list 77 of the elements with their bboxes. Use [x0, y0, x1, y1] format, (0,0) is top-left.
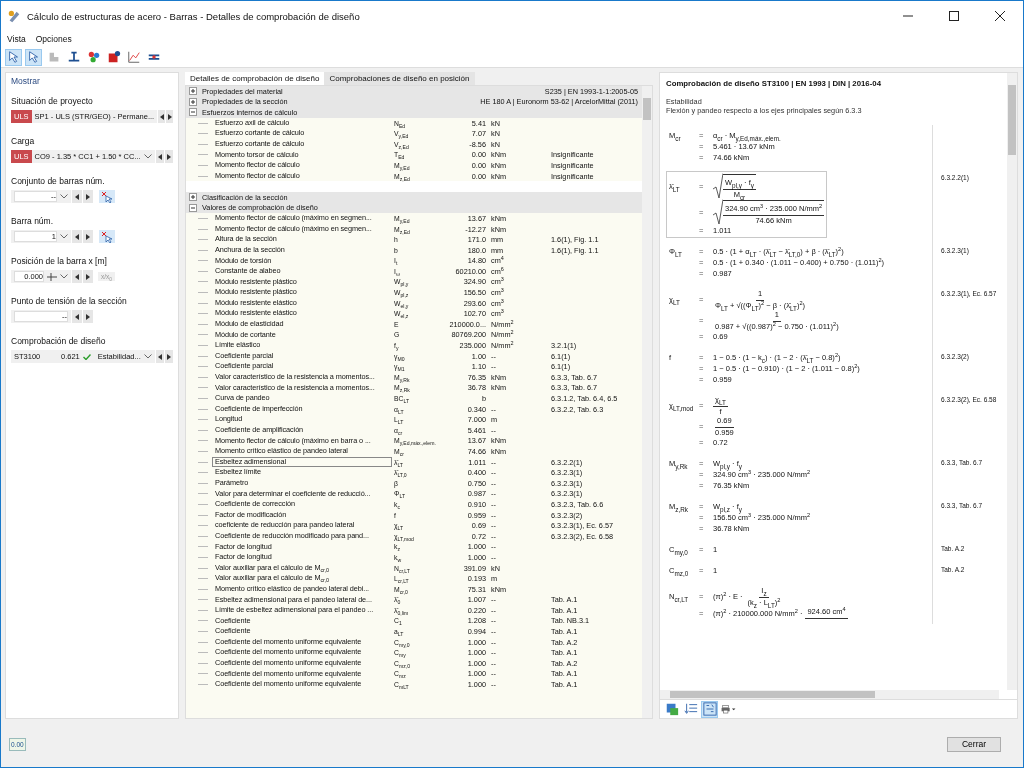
previous-button[interactable] [72, 190, 82, 203]
list-icon [683, 702, 698, 716]
window-title: Cálculo de estructuras de acero - Barras - Detalles de comprobación de diseño [27, 10, 361, 22]
collapse-icon[interactable] [189, 203, 197, 212]
export-icon [664, 702, 679, 716]
cursor-pick-icon [101, 190, 113, 203]
info-section-icon [106, 50, 121, 64]
formula-icon [702, 702, 717, 716]
caret-icon [60, 194, 68, 199]
previous-button[interactable] [155, 350, 164, 363]
close-button[interactable]: Cerrar [947, 736, 1001, 752]
field-label: Conjunto de barras núm. [11, 176, 106, 186]
horizontal-scrollbar[interactable] [660, 690, 999, 699]
vertical-scrollbar[interactable] [642, 86, 652, 718]
menu-item[interactable]: Vista [7, 34, 26, 44]
right-triangle-icon [86, 273, 90, 280]
previous-button[interactable] [72, 230, 82, 243]
select-arrow-icon [6, 50, 21, 64]
menu-item[interactable]: Opciones [35, 34, 72, 44]
left-triangle-icon [159, 113, 164, 120]
position-icon [47, 272, 57, 281]
select-arrow-icon [26, 50, 41, 64]
cursor-pick-icon [101, 230, 113, 243]
pick-button[interactable] [99, 230, 115, 243]
previous-button[interactable] [72, 310, 82, 323]
beam-icon [66, 50, 81, 64]
right-triangle-icon [166, 353, 171, 360]
next-button[interactable] [83, 270, 93, 283]
scrollbar-thumb[interactable] [643, 98, 651, 120]
caret-icon [143, 354, 152, 359]
next-button[interactable] [83, 190, 93, 203]
field-label: Punto de tensión de la sección [11, 296, 128, 306]
field-label: Situación de proyecto [11, 96, 94, 106]
field-label: Posición de la barra x [m] [11, 256, 108, 266]
right-triangle-icon [166, 153, 171, 160]
spheres-icon [86, 50, 101, 64]
tab[interactable]: Comprobaciones de diseño en posición [324, 72, 475, 85]
right-triangle-icon [86, 233, 90, 240]
app-icon [7, 9, 21, 23]
maximize-icon[interactable] [949, 11, 959, 21]
next-button[interactable] [164, 150, 173, 163]
vertical-scrollbar[interactable] [1007, 73, 1017, 690]
next-button[interactable] [166, 110, 173, 123]
pick-button[interactable] [99, 190, 115, 203]
toolbar-button[interactable] [25, 48, 42, 66]
left-triangle-icon [157, 153, 162, 160]
left-triangle-icon [75, 233, 79, 240]
previous-button[interactable] [72, 270, 82, 283]
left-triangle-icon [157, 353, 162, 360]
left-triangle-icon [75, 193, 79, 200]
right-triangle-icon [86, 193, 90, 200]
next-button[interactable] [83, 230, 93, 243]
caret-icon [60, 234, 68, 239]
left-triangle-icon [75, 273, 79, 280]
expand-icon[interactable] [189, 193, 197, 202]
expand-icon[interactable] [189, 97, 197, 106]
scrollbar-thumb[interactable] [1008, 85, 1016, 155]
toolbar-button[interactable] [5, 48, 22, 66]
right-triangle-icon [167, 113, 172, 120]
caret-icon [60, 274, 68, 279]
next-button[interactable] [164, 350, 173, 363]
close-icon[interactable] [995, 11, 1005, 21]
field-label: Barra núm. [11, 216, 55, 226]
panel-header: Mostrar [11, 76, 41, 86]
left-triangle-icon [75, 313, 79, 320]
caret-icon [143, 154, 152, 159]
right-triangle-icon [86, 313, 90, 320]
field-label: Carga [11, 136, 36, 146]
previous-button[interactable] [155, 150, 164, 163]
chart-icon [126, 50, 141, 64]
expand-icon[interactable] [189, 87, 197, 96]
tab[interactable]: Detalles de comprobación de diseño [185, 72, 325, 85]
scrollbar-thumb[interactable] [670, 691, 875, 698]
print-icon [721, 702, 736, 716]
field-label: Comprobación de diseño [11, 336, 107, 346]
next-button[interactable] [83, 310, 93, 323]
collapse-icon[interactable] [189, 108, 197, 117]
